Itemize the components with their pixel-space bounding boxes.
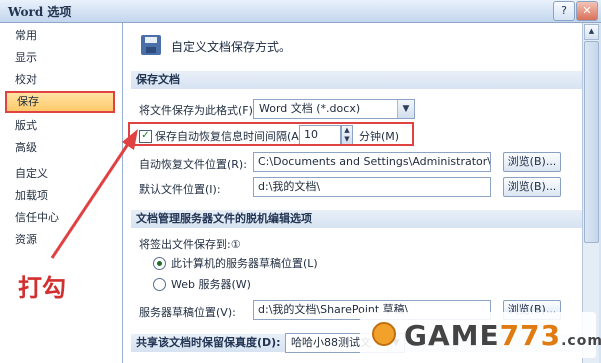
watermark-text: GAME773.com [404,319,601,352]
watermark-logo: GAME773.com [360,312,601,358]
annotation-check-text: 打勾 [18,273,66,302]
game-logo-icon [372,322,396,346]
annotation-arrow [50,129,138,259]
